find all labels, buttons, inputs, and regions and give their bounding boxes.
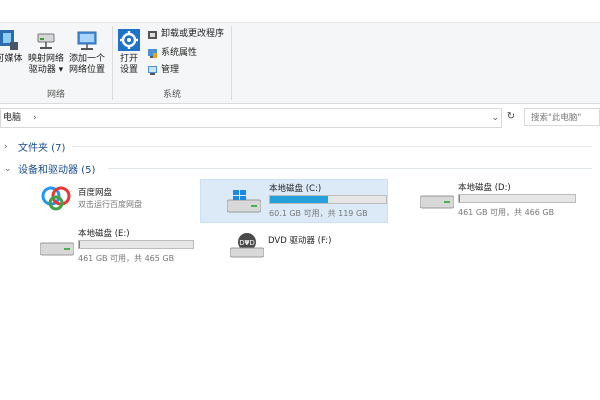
address-path: 电脑 xyxy=(3,113,22,123)
hard-drive-icon xyxy=(420,195,454,209)
chevron-down-icon: ⌄ xyxy=(4,163,12,174)
drive-name: DVD 驱动器 (F:) xyxy=(268,236,332,246)
drive-subtitle: 60.1 GB 可用，共 119 GB xyxy=(269,209,368,218)
chevron-right-icon: › xyxy=(4,141,8,152)
network-group-label: 网络 xyxy=(46,90,65,100)
section-divider xyxy=(72,146,592,147)
devices-section-header[interactable]: ⌄ 设备和驱动器 (5) xyxy=(4,161,95,177)
map-network-drive-button[interactable]: 映射网络 驱动器 ▾ xyxy=(26,28,66,76)
system-properties-icon xyxy=(148,48,157,58)
drive-name: 百度网盘 xyxy=(78,188,113,198)
gear-icon xyxy=(118,29,140,51)
search-input[interactable]: 搜索"此电脑" xyxy=(524,108,600,126)
system-group: 打开 设置 卸载或更改程序 系统属性 管理 系统 xyxy=(113,24,231,102)
drive-usage-bar xyxy=(458,194,576,203)
drive-usage-fill xyxy=(270,196,328,203)
ribbon: 可媒体 映射网络 驱动器 ▾ 添加一个 网络位置 网络 xyxy=(0,0,600,104)
baidu-netdisk-icon xyxy=(41,186,71,211)
network-group: 可媒体 映射网络 驱动器 ▾ 添加一个 网络位置 网络 xyxy=(0,24,112,102)
breadcrumb-chevron-icon[interactable]: › xyxy=(33,109,37,127)
manage-button[interactable]: 管理 xyxy=(147,64,179,76)
system-group-label: 系统 xyxy=(162,90,181,100)
drive-subtitle: 461 GB 可用，共 465 GB xyxy=(78,254,175,263)
network-drive-icon xyxy=(37,33,55,49)
hard-drive-icon xyxy=(40,242,74,256)
media-icon xyxy=(0,30,18,50)
ribbon-tab-strip xyxy=(0,0,600,23)
media-button[interactable]: 可媒体 xyxy=(0,28,24,65)
drive-tile-c[interactable]: 本地磁盘 (C:) 60.1 GB 可用，共 119 GB xyxy=(200,179,388,223)
uninstall-program-button[interactable]: 卸载或更改程序 xyxy=(147,28,224,40)
open-settings-button[interactable]: 打开 设置 xyxy=(115,28,143,76)
manage-icon xyxy=(148,65,157,75)
drive-usage-fill xyxy=(459,195,461,202)
system-properties-button[interactable]: 系统属性 xyxy=(147,47,197,59)
svg-text:DVD: DVD xyxy=(239,239,254,247)
network-location-icon xyxy=(77,31,97,50)
drive-usage-bar xyxy=(78,240,194,249)
drive-name: 本地磁盘 (E:) xyxy=(78,229,130,239)
drive-subtitle: 双击运行百度网盘 xyxy=(78,200,142,209)
drive-tile-d[interactable]: 本地磁盘 (D:) 461 GB 可用，共 466 GB xyxy=(414,181,594,221)
add-network-location-button[interactable]: 添加一个 网络位置 xyxy=(66,28,108,76)
uninstall-icon xyxy=(148,30,157,39)
drive-usage-fill xyxy=(79,241,81,248)
ribbon-separator xyxy=(231,26,232,100)
address-bar[interactable]: 电脑 › ⌄ xyxy=(0,108,502,128)
folders-section-header[interactable]: › 文件夹 (7) xyxy=(4,139,65,155)
address-row: 电脑 › ⌄ ↻ 搜索"此电脑" xyxy=(0,108,600,128)
drive-tile-e[interactable]: 本地磁盘 (E:) 461 GB 可用，共 465 GB xyxy=(34,226,214,266)
section-divider xyxy=(108,168,592,169)
refresh-icon[interactable]: ↻ xyxy=(503,109,519,125)
drive-tile-baidu[interactable]: 百度网盘 双击运行百度网盘 xyxy=(36,182,196,222)
drive-usage-bar xyxy=(269,195,387,204)
drive-subtitle: 461 GB 可用，共 466 GB xyxy=(458,208,555,217)
address-dropdown-icon[interactable]: ⌄ xyxy=(491,109,499,127)
drive-name: 本地磁盘 (C:) xyxy=(269,184,322,194)
windows-drive-icon xyxy=(227,190,261,213)
dvd-drive-icon: DVD xyxy=(230,233,264,258)
drive-name: 本地磁盘 (D:) xyxy=(458,183,511,193)
drive-tile-f[interactable]: DVD DVD 驱动器 (F:) xyxy=(224,226,394,266)
